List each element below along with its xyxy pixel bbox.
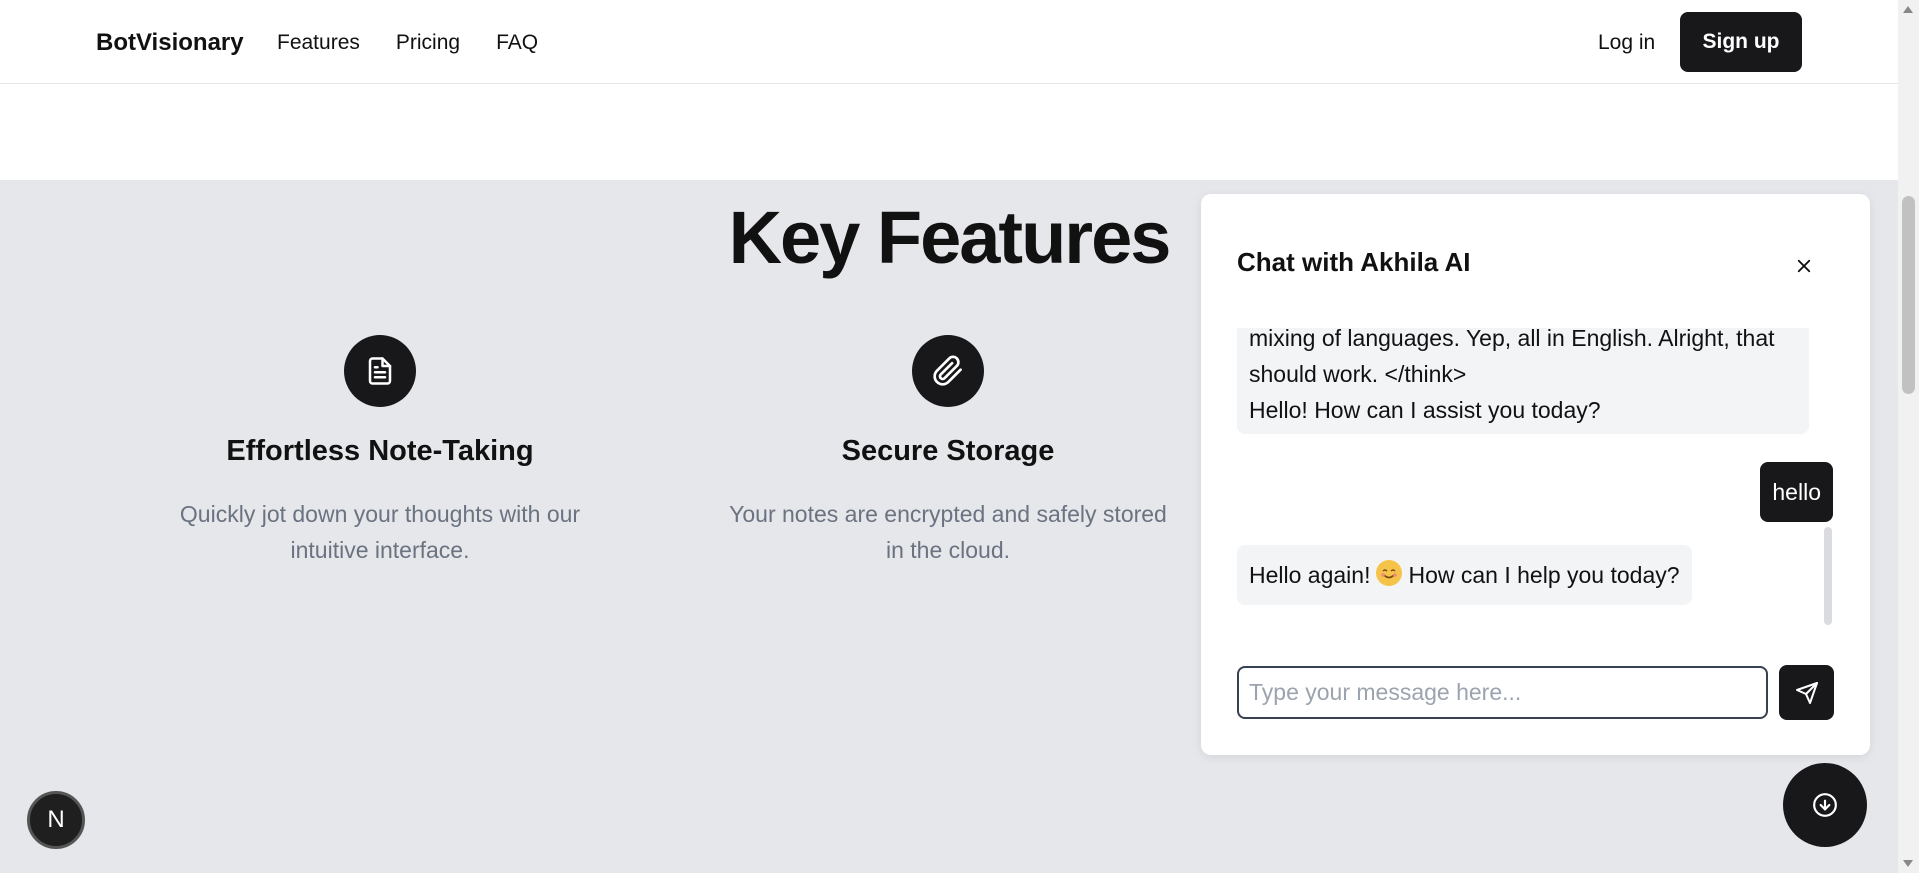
scroll-down-button[interactable]: [1783, 763, 1867, 847]
bot-message-line: mixing of languages. Yep, all in English…: [1249, 328, 1775, 351]
close-icon: [1797, 259, 1811, 273]
bot-message: Hello again! How can I help you today?: [1237, 545, 1692, 605]
user-message: hello: [1760, 462, 1833, 522]
bot-message-text: Hello again!: [1249, 562, 1371, 588]
document-icon-circle: [344, 335, 416, 407]
nextjs-dev-badge[interactable]: N: [27, 791, 85, 849]
brand-logo[interactable]: BotVisionary: [96, 29, 244, 57]
top-nav-bar: BotVisionary Features Pricing FAQ Log in…: [0, 0, 1898, 84]
feature-title: Effortless Note-Taking: [226, 435, 534, 467]
send-icon: [1795, 681, 1818, 704]
paperclip-icon: [933, 355, 962, 386]
nav-features[interactable]: Features: [277, 31, 360, 55]
bot-message-line: should work. </think>: [1249, 361, 1467, 387]
feature-card-secure-storage: Secure Storage Your notes are encrypted …: [718, 335, 1178, 568]
chat-messages[interactable]: mixing of languages. Yep, all in English…: [1237, 328, 1833, 632]
badge-letter: N: [47, 806, 65, 833]
chat-message-input[interactable]: [1237, 666, 1768, 719]
scrollbar-thumb[interactable]: [1902, 196, 1915, 394]
login-link[interactable]: Log in: [1598, 31, 1655, 55]
feature-description: Quickly jot down your thoughts with our …: [179, 501, 581, 563]
smiling-face-emoji-icon: [1376, 560, 1403, 586]
feature-title: Secure Storage: [841, 435, 1055, 467]
page-scrollbar[interactable]: [1898, 0, 1919, 873]
chat-title: Chat with Akhila AI: [1237, 247, 1471, 277]
chat-panel: Chat with Akhila AI mixing of languages.…: [1201, 194, 1870, 755]
chat-scrollbar[interactable]: [1824, 527, 1832, 625]
bot-message-line: Hello! How can I assist you today?: [1249, 397, 1601, 423]
feature-description: Your notes are encrypted and safely stor…: [729, 501, 1167, 563]
main-nav: Features Pricing FAQ: [277, 31, 538, 55]
send-message-button[interactable]: [1779, 665, 1834, 720]
scroll-up-arrow-icon[interactable]: [1903, 6, 1913, 13]
bot-message-text: How can I help you today?: [1408, 562, 1680, 588]
close-chat-button[interactable]: [1789, 251, 1819, 281]
feature-card-note-taking: Effortless Note-Taking Quickly jot down …: [150, 335, 610, 568]
bot-message: mixing of languages. Yep, all in English…: [1237, 328, 1809, 434]
scroll-down-arrow-icon[interactable]: [1903, 860, 1913, 867]
nav-faq[interactable]: FAQ: [496, 31, 538, 55]
signup-button[interactable]: Sign up: [1680, 12, 1802, 72]
arrow-down-circle-icon: [1813, 793, 1837, 817]
document-icon: [368, 357, 392, 385]
nav-pricing[interactable]: Pricing: [396, 31, 460, 55]
paperclip-icon-circle: [912, 335, 984, 407]
